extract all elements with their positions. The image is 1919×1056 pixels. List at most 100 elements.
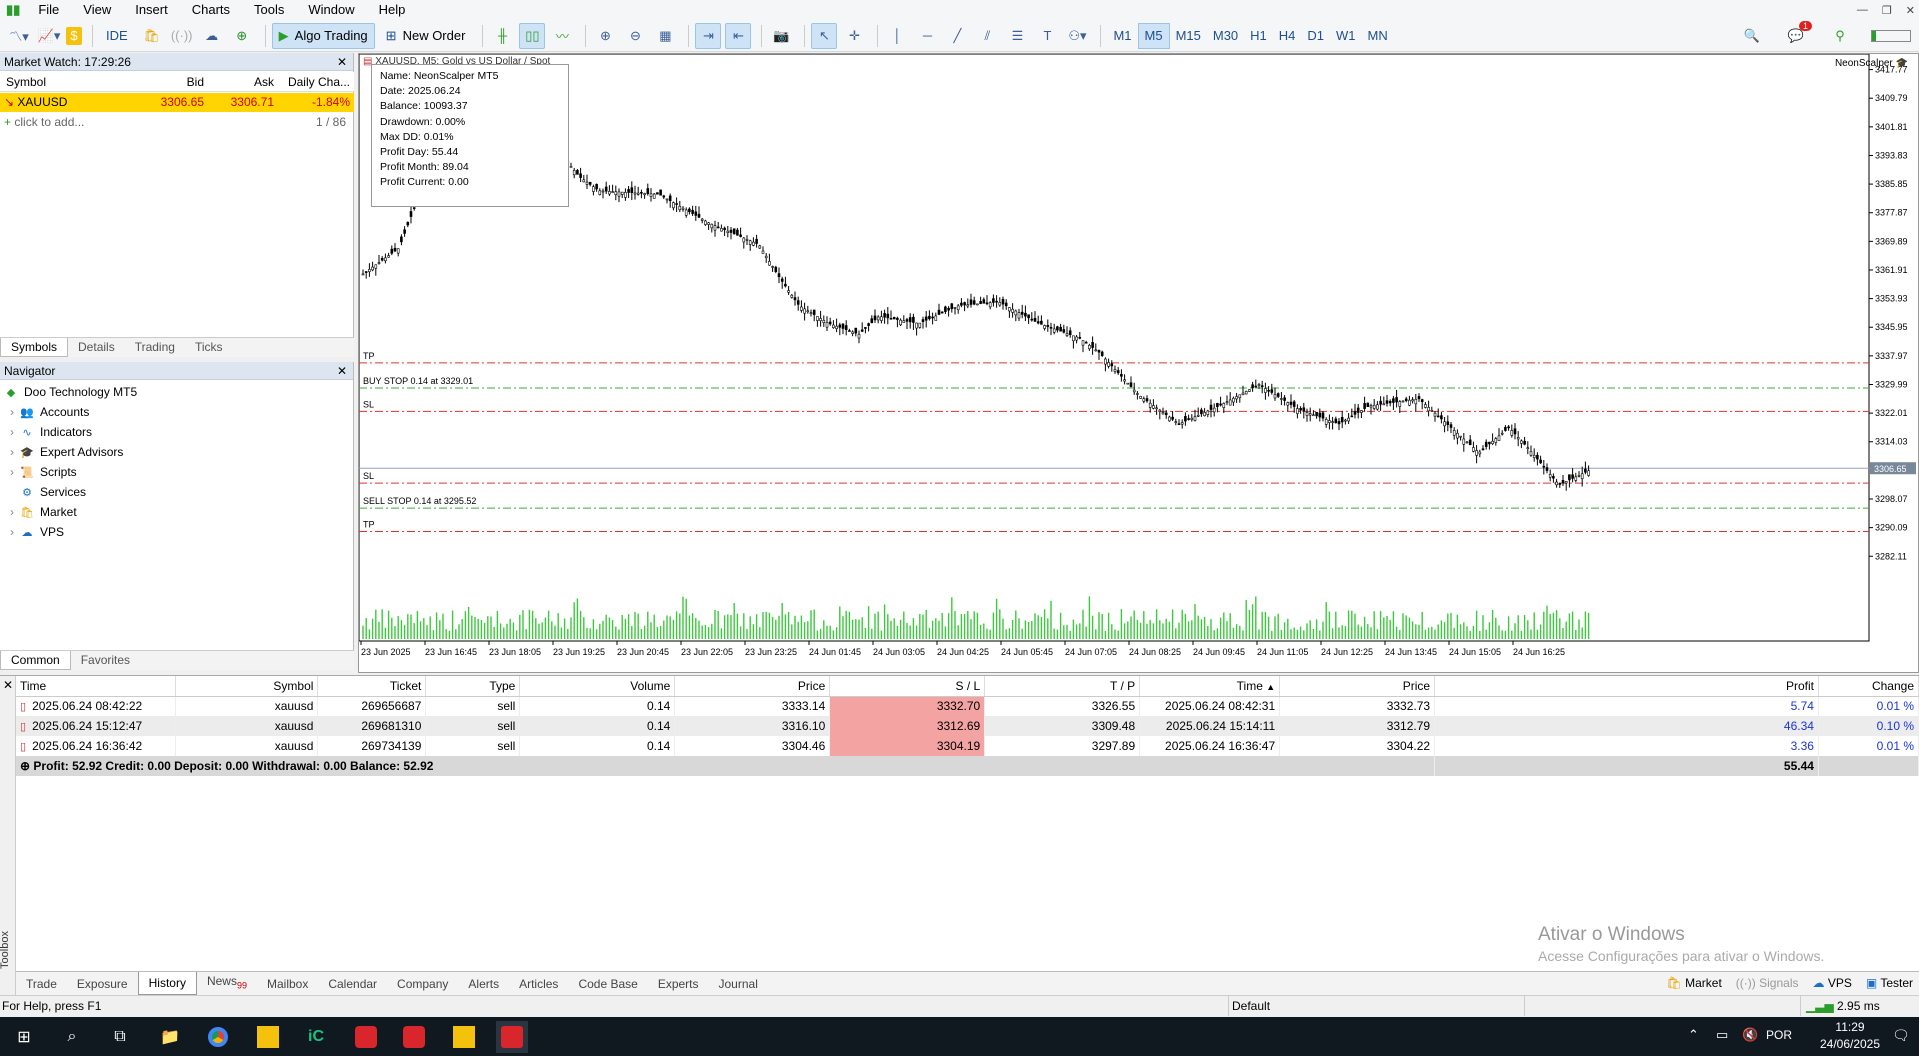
- tf-m1[interactable]: M1: [1107, 23, 1137, 49]
- windows-start-icon[interactable]: ⊞: [8, 1021, 40, 1053]
- channel-icon[interactable]: ⫽: [974, 23, 1000, 49]
- doo-mt5-icon[interactable]: [496, 1021, 528, 1053]
- tf-m15[interactable]: M15: [1170, 23, 1207, 49]
- menu-help[interactable]: Help: [367, 0, 418, 20]
- tf-h4[interactable]: H4: [1273, 23, 1302, 49]
- menu-tools[interactable]: Tools: [242, 0, 296, 20]
- close-icon[interactable]: ✕: [1906, 4, 1915, 17]
- col-symbol[interactable]: Symbol: [0, 72, 140, 91]
- close-icon[interactable]: ✕: [337, 362, 347, 380]
- cursor-icon[interactable]: ↖: [811, 22, 838, 49]
- algo-trading-button[interactable]: ▶ Algo Trading: [271, 22, 375, 49]
- tf-m5[interactable]: M5: [1137, 22, 1170, 49]
- col-price[interactable]: Price: [674, 676, 831, 697]
- signals-link[interactable]: ((·)) Signals: [1736, 972, 1799, 994]
- menu-insert[interactable]: Insert: [123, 0, 180, 20]
- metatrader-yellow-icon[interactable]: [252, 1021, 284, 1053]
- tab-exposure[interactable]: Exposure: [67, 973, 138, 995]
- grid-icon[interactable]: ▦: [652, 23, 678, 49]
- tab-news[interactable]: News99: [197, 970, 257, 996]
- broker-red-icon[interactable]: [350, 1021, 382, 1053]
- col-volume[interactable]: Volume: [519, 676, 676, 697]
- signals-icon[interactable]: ((·)): [169, 23, 195, 49]
- tf-h1[interactable]: H1: [1244, 23, 1273, 49]
- cloud-icon[interactable]: ☁: [199, 23, 225, 49]
- profiles-icon[interactable]: 📈▾: [36, 23, 62, 49]
- table-row[interactable]: ▯ 2025.06.24 15:12:47 xauusd 269681310 sell 0…: [16, 716, 1919, 736]
- shapes-icon[interactable]: ⚇▾: [1064, 23, 1090, 49]
- zoom-out-icon[interactable]: ⊖: [622, 23, 648, 49]
- tray-chevron-icon[interactable]: ⌃: [1688, 1027, 1699, 1043]
- tab-experts[interactable]: Experts: [648, 973, 709, 995]
- tf-mn[interactable]: MN: [1362, 23, 1394, 49]
- tester-link[interactable]: ▣ Tester: [1866, 972, 1913, 994]
- nav-expert-advisors[interactable]: › 🎓 Expert Advisors: [10, 442, 123, 462]
- notifications-icon[interactable]: 💬 1: [1783, 21, 1812, 49]
- new-order-button[interactable]: ⊞ New Order: [379, 23, 473, 49]
- col-daily-change[interactable]: Daily Cha...: [278, 72, 354, 91]
- market-bag-icon[interactable]: 🛍: [139, 23, 165, 49]
- autoscroll-icon[interactable]: ⇥: [695, 22, 722, 49]
- tab-common[interactable]: Common: [0, 651, 71, 670]
- horizontal-line-icon[interactable]: ─: [914, 23, 940, 49]
- close-icon[interactable]: ✕: [3, 678, 13, 692]
- nav-accounts[interactable]: › 👥 Accounts: [10, 402, 89, 422]
- close-icon[interactable]: ✕: [337, 53, 347, 71]
- menu-view[interactable]: View: [71, 0, 123, 20]
- tf-w1[interactable]: W1: [1330, 23, 1362, 49]
- col-ticket[interactable]: Ticket: [317, 676, 427, 697]
- crosshair-icon[interactable]: ✛: [841, 23, 867, 49]
- col-type[interactable]: Type: [425, 676, 521, 697]
- tab-alerts[interactable]: Alerts: [458, 973, 509, 995]
- restore-icon[interactable]: ❐: [1882, 4, 1892, 17]
- vertical-line-icon[interactable]: │: [884, 23, 910, 49]
- tf-d1[interactable]: D1: [1301, 23, 1330, 49]
- task-view-icon[interactable]: ⧉: [104, 1021, 136, 1053]
- nav-market[interactable]: › 🛍 Market: [10, 502, 77, 522]
- add-symbol-row[interactable]: + click to add... 1 / 86: [0, 113, 354, 132]
- chrome-icon[interactable]: [202, 1021, 234, 1053]
- col-sl[interactable]: S / L: [829, 676, 986, 697]
- tray-clock[interactable]: 11:29 24/06/2025: [1818, 1019, 1882, 1053]
- vps-link[interactable]: ☁ VPS: [1812, 972, 1851, 994]
- col-ask[interactable]: Ask: [208, 72, 278, 91]
- minimize-icon[interactable]: —: [1857, 4, 1868, 16]
- tab-trade[interactable]: Trade: [16, 973, 67, 995]
- search-icon[interactable]: 🔍: [1739, 23, 1765, 49]
- ea-label[interactable]: NeonScalper 🎓: [1835, 58, 1908, 69]
- table-row[interactable]: ▯ 2025.06.24 16:36:42 xauusd 269734139 sell 0…: [16, 736, 1919, 756]
- col-close-price[interactable]: Price: [1279, 676, 1436, 697]
- nav-scripts[interactable]: › 📜 Scripts: [10, 462, 77, 482]
- tab-favorites[interactable]: Favorites: [71, 651, 140, 670]
- tf-m30[interactable]: M30: [1207, 23, 1244, 49]
- vps-icon[interactable]: ⊕: [229, 23, 255, 49]
- col-profit[interactable]: Profit: [1434, 676, 1819, 697]
- nav-vps[interactable]: › ☁ VPS: [10, 522, 64, 542]
- text-icon[interactable]: T: [1034, 23, 1060, 49]
- market-link[interactable]: 🛍 Market: [1667, 972, 1722, 994]
- tab-calendar[interactable]: Calendar: [318, 973, 387, 995]
- bar-chart-icon[interactable]: ╫: [489, 23, 515, 49]
- metatrader-yellow-icon-2[interactable]: [448, 1021, 480, 1053]
- new-chart-icon[interactable]: 〽▾: [6, 23, 32, 49]
- nav-root[interactable]: ◆ Doo Technology MT5: [4, 382, 137, 402]
- summary-toggle-icon[interactable]: ⊕: [20, 759, 30, 773]
- candlestick-icon[interactable]: ▯▯: [519, 22, 546, 49]
- col-tp[interactable]: T / P: [984, 676, 1141, 697]
- tab-trading[interactable]: Trading: [125, 338, 185, 357]
- symbol-row-xauusd[interactable]: ↘ XAUUSD 3306.65 3306.71 -1.84%: [0, 93, 354, 112]
- price-chart[interactable]: 3417.773409.793401.813393.833385.853377.…: [359, 54, 1918, 672]
- ic-markets-icon[interactable]: iC: [300, 1021, 332, 1053]
- tray-volume-icon[interactable]: 🔇: [1742, 1027, 1758, 1043]
- tab-ticks[interactable]: Ticks: [185, 338, 233, 357]
- tab-company[interactable]: Company: [387, 973, 458, 995]
- menu-file[interactable]: File: [26, 0, 71, 20]
- menu-charts[interactable]: Charts: [180, 0, 242, 20]
- nav-indicators[interactable]: › ∿ Indicators: [10, 422, 92, 442]
- fibonacci-icon[interactable]: ☰: [1004, 23, 1030, 49]
- tray-language[interactable]: POR: [1766, 1028, 1792, 1042]
- search-icon[interactable]: ⌕: [56, 1021, 88, 1053]
- col-symbol[interactable]: Symbol: [175, 676, 319, 697]
- tab-code-base[interactable]: Code Base: [568, 973, 647, 995]
- tab-details[interactable]: Details: [68, 338, 125, 357]
